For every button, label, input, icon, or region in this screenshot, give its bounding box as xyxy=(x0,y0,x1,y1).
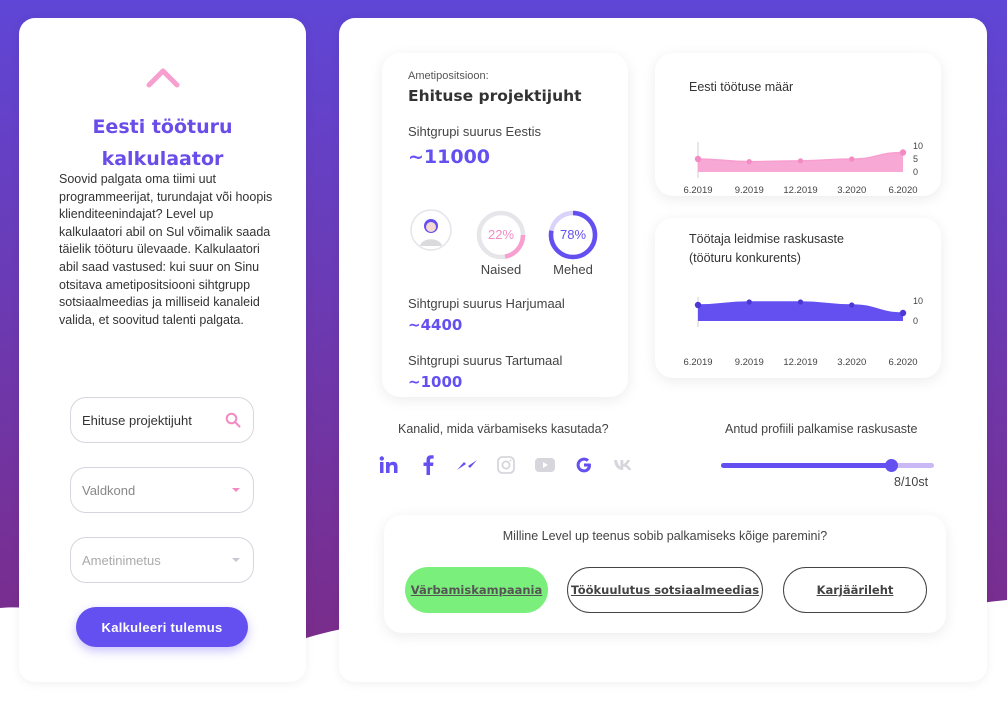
tartu-size-value: ~1000 xyxy=(408,373,463,391)
chart-area xyxy=(698,302,903,321)
y-tick-label: 0 xyxy=(913,316,918,326)
ametinimetus-placeholder: Ametinimetus xyxy=(82,552,161,568)
service-card: Milline Level up teenus sobib palkamisek… xyxy=(384,515,946,633)
estonia-size-label: Sihtgrupi suurus Eestis xyxy=(408,124,541,139)
position-card: Ametipositsioon: Ehituse projektijuht Si… xyxy=(382,53,628,397)
difficulty-value: 8/10st xyxy=(894,475,929,489)
estonia-size-value: ~11000 xyxy=(408,146,491,168)
channels-title: Kanalid, mida värbamiseks kasutada? xyxy=(398,422,609,436)
difficulty-slider[interactable] xyxy=(721,459,934,472)
avatar-icon xyxy=(410,209,452,251)
chart-point xyxy=(849,156,855,162)
position-label: Ametipositsioon: xyxy=(408,70,489,82)
chart-point xyxy=(797,299,804,305)
x-tick-label: 9.2019 xyxy=(735,185,764,196)
chart-point xyxy=(899,309,907,317)
service-question: Milline Level up teenus sobib palkamisek… xyxy=(502,529,828,543)
tookuulutus-button[interactable]: Töökuulutus sotsiaalmeedias xyxy=(567,567,763,613)
harju-size-value: ~4400 xyxy=(408,316,463,334)
chart-point xyxy=(849,302,855,308)
instagram-icon[interactable] xyxy=(495,454,517,476)
x-tick-label: 6.2019 xyxy=(683,185,712,196)
chevron-down-icon xyxy=(232,558,240,562)
youtube-icon[interactable] xyxy=(534,454,556,476)
chart-point xyxy=(694,155,702,163)
y-tick-label: 10 xyxy=(913,296,923,306)
harju-size-label: Sihtgrupi suurus Harjumaal xyxy=(408,296,565,311)
google-icon[interactable] xyxy=(573,454,595,476)
search-value: Ehituse projektijuht xyxy=(82,412,192,428)
competition-chart: 6.2019 9.2019 12.2019 3.2020 6.2020 10 0 xyxy=(683,296,923,368)
x-tick-label: 6.2020 xyxy=(888,357,917,368)
x-tick-label: 6.2020 xyxy=(888,185,917,196)
calculator-description: Soovid palgata oma tiimi uut programmeer… xyxy=(59,172,273,327)
calculate-button[interactable]: Kalkuleeri tulemus xyxy=(76,607,248,647)
unemployment-chart-card: Eesti töötuse määr 6.2019 9.2019 12.2019 3.… xyxy=(655,53,941,196)
karjaarileht-button[interactable]: Karjäärileht xyxy=(783,567,927,613)
ametinimetus-select[interactable]: Ametinimetus xyxy=(70,537,254,583)
difficulty-chart-card: Töötaja leidmise raskusaste (tööturu kon… xyxy=(655,218,941,378)
y-tick-label: 5 xyxy=(913,154,918,164)
x-tick-label: 3.2020 xyxy=(837,357,866,368)
chart-point xyxy=(899,149,907,156)
valdkond-placeholder: Valdkond xyxy=(82,482,136,498)
linkedin-icon[interactable] xyxy=(378,454,400,476)
messenger-icon[interactable] xyxy=(456,454,478,476)
valdkond-select[interactable]: Valdkond xyxy=(70,467,254,513)
chart-point xyxy=(746,299,752,305)
x-tick-label: 6.2019 xyxy=(683,357,712,368)
women-label: Naised xyxy=(480,262,522,277)
chevron-down-icon xyxy=(232,488,240,492)
calculator-title: Eesti tööturu kalkulaator xyxy=(92,116,233,170)
chevron-up-icon[interactable] xyxy=(146,66,180,88)
chart-point xyxy=(797,158,804,164)
women-percent: 22% xyxy=(487,227,515,242)
x-tick-label: 12.2019 xyxy=(783,185,817,196)
facebook-icon[interactable] xyxy=(417,454,439,476)
search-icon[interactable] xyxy=(225,412,241,428)
men-label: Mehed xyxy=(553,262,593,277)
difficulty-title: Antud profiili palkamise raskusaste xyxy=(725,422,918,436)
calculator-panel: Eesti tööturu kalkulaator Soovid palgata… xyxy=(19,18,306,682)
y-tick-label: 0 xyxy=(913,167,918,177)
y-tick-label: 10 xyxy=(913,141,923,151)
x-tick-label: 3.2020 xyxy=(837,185,866,196)
chart-point xyxy=(694,301,702,309)
difficulty-slider-fill xyxy=(721,463,892,468)
tartu-size-label: Sihtgrupi suurus Tartumaal xyxy=(408,353,563,368)
varbamiskampaania-button[interactable]: Värbamiskampaania xyxy=(405,567,548,613)
vk-icon[interactable] xyxy=(612,454,634,476)
chart-point xyxy=(746,159,752,165)
x-tick-label: 9.2019 xyxy=(735,357,764,368)
difficulty-slider-thumb[interactable] xyxy=(885,459,899,472)
position-search-input[interactable]: Ehituse projektijuht xyxy=(70,397,254,443)
position-title: Ehituse projektijuht xyxy=(408,87,582,105)
men-percent: 78% xyxy=(559,227,587,242)
x-tick-label: 12.2019 xyxy=(783,357,817,368)
results-panel: Ametipositsioon: Ehituse projektijuht Si… xyxy=(339,18,987,682)
unemployment-chart: 6.2019 9.2019 12.2019 3.2020 6.2020 10 5 0 xyxy=(683,141,923,196)
